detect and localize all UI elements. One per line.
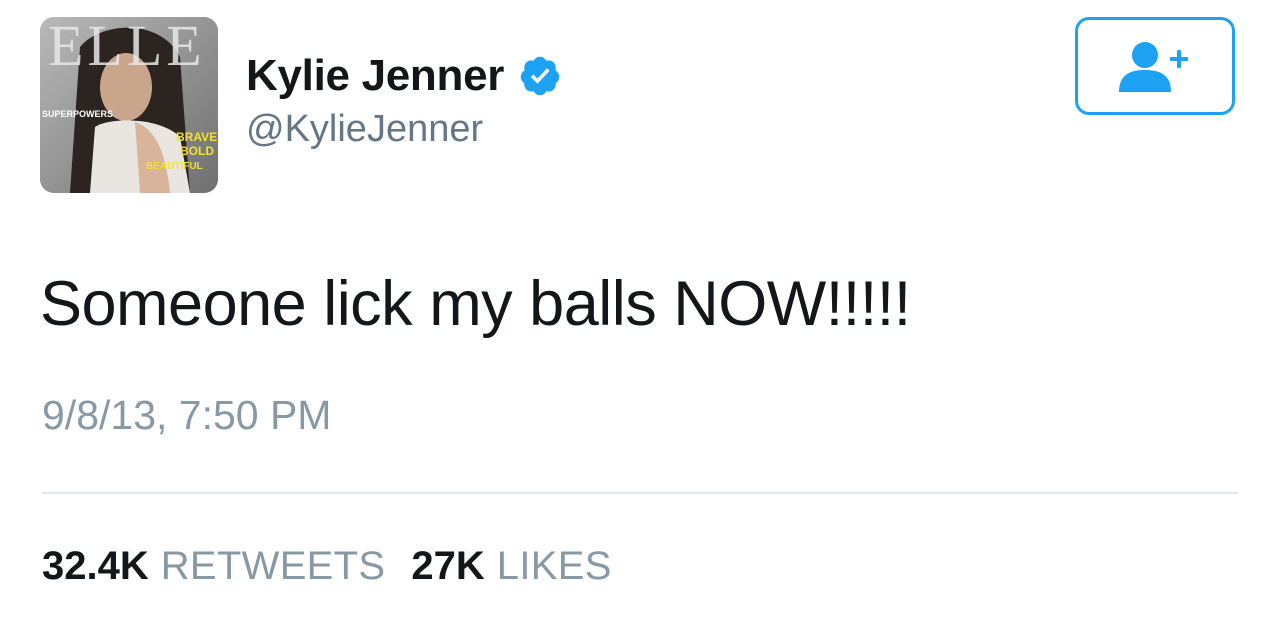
cover-line-1: SUPERPOWERS <box>42 109 113 119</box>
verified-badge-icon <box>520 56 560 96</box>
tweet-stats: 32.4K RETWEETS 27K LIKES <box>42 544 612 589</box>
likes-stat[interactable]: 27K LIKES <box>411 544 611 589</box>
likes-count: 27K <box>411 544 485 588</box>
tweet-timestamp[interactable]: 9/8/13, 7:50 PM <box>42 392 331 439</box>
profile-avatar[interactable]: ELLE SUPERPOWERS BRAVE BOLD BEAUTIFUL <box>40 17 218 193</box>
divider <box>42 492 1238 494</box>
magazine-cover-avatar: ELLE SUPERPOWERS BRAVE BOLD BEAUTIFUL <box>40 17 218 193</box>
tweet-text: Someone lick my balls NOW!!!!! <box>40 269 911 339</box>
likes-label: LIKES <box>496 544 612 588</box>
retweets-stat[interactable]: 32.4K RETWEETS <box>42 544 385 589</box>
masthead-text: ELLE <box>48 17 206 78</box>
retweets-label: RETWEETS <box>160 544 386 588</box>
follow-button[interactable] <box>1075 17 1235 115</box>
follow-user-plus-icon <box>1119 42 1188 92</box>
retweets-count: 32.4K <box>42 544 149 588</box>
user-handle[interactable]: @KylieJenner <box>246 108 483 151</box>
cover-line-3: BOLD <box>180 144 214 158</box>
name-row: Kylie Jenner <box>246 50 562 102</box>
cover-line-4: BEAUTIFUL <box>146 161 203 172</box>
display-name[interactable]: Kylie Jenner <box>246 51 504 101</box>
cover-line-2: BRAVE <box>176 130 217 144</box>
